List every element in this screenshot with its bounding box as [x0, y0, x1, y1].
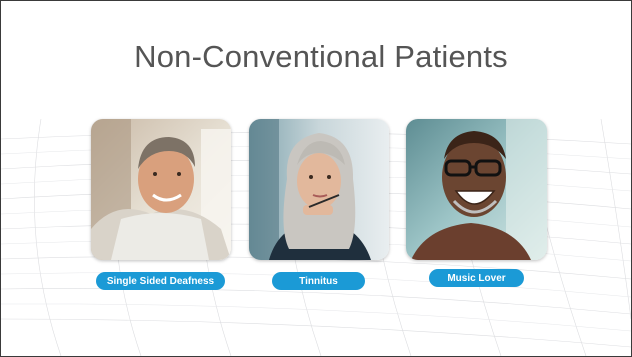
woman-thinking-photo	[249, 119, 389, 260]
label-music-lover: Music Lover	[429, 269, 524, 287]
photo-card-single-sided-deafness	[91, 119, 231, 260]
man-smiling-photo	[91, 119, 231, 260]
slide-title: Non-Conventional Patients	[134, 39, 508, 74]
photo-card-music-lover	[406, 119, 547, 260]
photo-card-tinnitus	[249, 119, 389, 260]
label-tinnitus: Tinnitus	[272, 272, 365, 290]
man-laughing-photo	[406, 119, 547, 260]
slide: Non-Conventional Patients Single Sided D…	[0, 0, 632, 357]
label-single-sided-deafness: Single Sided Deafness	[96, 272, 225, 290]
